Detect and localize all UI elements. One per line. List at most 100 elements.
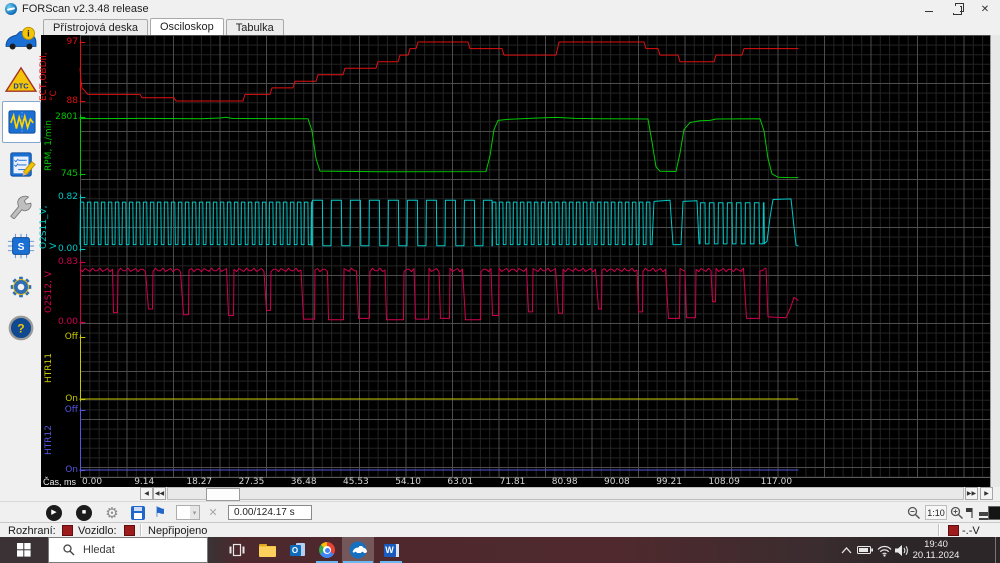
chevron-down-icon: ▾: [190, 506, 199, 519]
tab-table-label: Tabulka: [236, 22, 274, 34]
tab-oscilloscope-label: Osciloskop: [160, 21, 214, 33]
forscan-app-icon: [5, 3, 17, 15]
wifi-icon: [877, 544, 892, 557]
search-placeholder: Hledat: [83, 544, 115, 556]
task-view-button[interactable]: [222, 537, 252, 563]
play-icon: ▶: [46, 505, 62, 521]
marker-select[interactable]: ▾: [176, 505, 200, 520]
sidebar-item-tests[interactable]: [2, 144, 39, 184]
outlook-icon: O: [290, 543, 305, 558]
red-square-icon: [62, 525, 73, 536]
word-button[interactable]: W: [376, 537, 406, 563]
show-desktop-button[interactable]: [995, 537, 1000, 563]
play-button[interactable]: ▶: [45, 504, 63, 521]
open-log-button[interactable]: ⚑: [151, 504, 169, 521]
minimize-button[interactable]: [918, 2, 940, 16]
restore-button[interactable]: [946, 2, 968, 16]
file-explorer-button[interactable]: [252, 537, 282, 563]
svg-text:S: S: [17, 242, 24, 253]
folder-icon: [259, 544, 276, 557]
windows-taskbar: Hledat O W: [0, 537, 1000, 563]
status-bar: Rozhraní: Vozidlo: Nepřipojeno -.-V: [0, 522, 1000, 538]
tab-oscilloscope[interactable]: Osciloskop: [150, 18, 224, 35]
horizontal-scrollbar: ◀ ◀◀ ▶▶ ▶: [0, 487, 1000, 501]
speaker-icon: [894, 544, 909, 557]
sidebar-item-configuration[interactable]: S: [2, 226, 39, 266]
flag-icon: ⚑: [154, 504, 167, 521]
window-title: FORScan v2.3.48 release: [22, 3, 149, 15]
vehicle-label: Vozidlo:: [78, 524, 117, 537]
fullscreen-button[interactable]: [986, 504, 1000, 521]
taskbar-search-input[interactable]: Hledat: [48, 537, 208, 563]
oscilloscope-icon: [5, 108, 39, 136]
tab-dashboard[interactable]: Přístrojová deska: [43, 19, 148, 35]
sidebar-item-oscilloscope[interactable]: [2, 101, 41, 143]
tray-chevron-button[interactable]: [838, 537, 854, 563]
scrollbar-thumb[interactable]: [206, 488, 240, 501]
close-icon: ✕: [981, 4, 989, 15]
dtc-warning-icon: DTC: [4, 66, 38, 94]
scope-toolbar: ▶ ■ ⚙ ⚑ ▾ ✕ 0.00/124.17 s 1: [0, 501, 1000, 523]
scroll-page-right-button[interactable]: ▶▶: [965, 487, 978, 500]
window-titlebar: FORScan v2.3.48 release ✕: [0, 0, 1000, 19]
stop-icon: ■: [76, 505, 92, 521]
svg-text:i: i: [27, 29, 30, 39]
sidebar-item-vehicle-info[interactable]: i: [2, 19, 39, 59]
svg-text:DTC: DTC: [13, 81, 29, 90]
zoom-ratio-display: 1:10: [925, 505, 947, 520]
battery-icon: [857, 544, 874, 556]
forscan-icon: [349, 541, 367, 559]
scope-settings-button[interactable]: ⚙: [103, 504, 121, 521]
playback-time-field[interactable]: 0.00/124.17 s: [228, 505, 312, 520]
zoom-out-button[interactable]: [905, 504, 923, 521]
tab-table[interactable]: Tabulka: [226, 19, 284, 35]
car-info-icon: i: [4, 25, 38, 53]
tray-wifi[interactable]: [876, 537, 893, 563]
screen: FORScan v2.3.48 release ✕ Přístrojová de…: [0, 0, 1000, 563]
close-button[interactable]: ✕: [974, 2, 996, 16]
voltage-value: -.-V: [962, 524, 980, 537]
sidebar-item-settings[interactable]: [2, 267, 39, 307]
windows-logo-icon: [17, 543, 31, 557]
sidebar-item-service[interactable]: [2, 185, 39, 225]
start-button[interactable]: [0, 537, 48, 563]
tray-battery[interactable]: [856, 537, 875, 563]
chrome-icon: [319, 542, 335, 558]
connection-status: Nepřipojeno: [148, 524, 207, 537]
separator: [140, 524, 142, 536]
scope-canvas: [41, 35, 1000, 487]
help-wheel-icon: ?: [4, 314, 38, 342]
scrollbar-track[interactable]: [167, 487, 964, 500]
arrow-left-icon: ◀: [144, 490, 149, 497]
interface-label: Rozhraní:: [8, 524, 56, 537]
vehicle-status-led: [124, 524, 135, 537]
scroll-step-right-button[interactable]: ▶: [980, 487, 993, 500]
save-log-button[interactable]: [129, 504, 147, 521]
playback-time-value: 0.00/124.17 s: [234, 507, 295, 518]
vertical-scrollbar[interactable]: [990, 35, 1000, 487]
separator: [938, 524, 940, 536]
stop-button[interactable]: ■: [75, 504, 93, 521]
clear-markers-button[interactable]: ✕: [204, 504, 222, 521]
clock-time: 19:40: [924, 539, 948, 550]
forscan-taskbar-button[interactable]: [342, 537, 374, 563]
sidebar-item-help[interactable]: ?: [2, 308, 39, 348]
clock-date: 20.11.2024: [913, 550, 960, 561]
sidebar: i DTC: [0, 18, 41, 522]
oscilloscope-plot[interactable]: Čas, ms 9788ECT,OBDII, °C2801745RPM, 1/m…: [41, 35, 1000, 487]
chip-icon: S: [4, 232, 38, 260]
voltage-led: [948, 524, 959, 537]
restore-icon: [953, 6, 962, 15]
tab-strip: Přístrojová deska Osciloskop Tabulka: [41, 18, 1000, 36]
gear-icon: ⚙: [105, 504, 118, 522]
arrow-right-icon: ▶: [984, 490, 989, 497]
scroll-step-left-button[interactable]: ◀: [140, 487, 153, 500]
taskbar-clock[interactable]: 19:40 20.11.2024: [908, 537, 964, 563]
outlook-button[interactable]: O: [282, 537, 312, 563]
scroll-page-left-button[interactable]: ◀◀: [153, 487, 166, 500]
chrome-button[interactable]: [312, 537, 342, 563]
search-icon: [63, 544, 75, 556]
sidebar-item-dtc[interactable]: DTC: [2, 60, 39, 100]
minimize-icon: [925, 11, 933, 12]
double-arrow-left-icon: ◀◀: [155, 490, 164, 497]
